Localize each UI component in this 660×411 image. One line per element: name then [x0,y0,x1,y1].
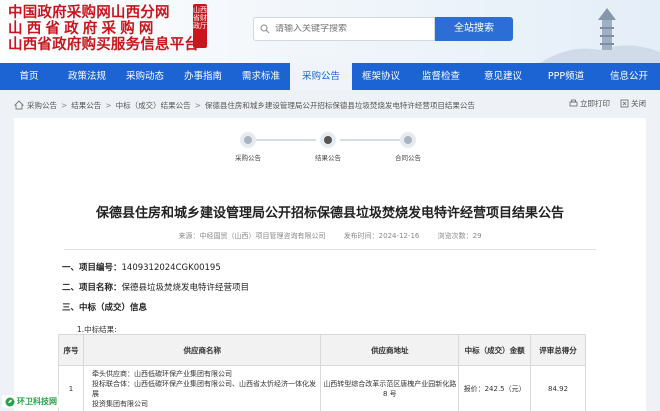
nav-standards[interactable]: 需求标准 [232,63,290,90]
breadcrumb-item[interactable]: 结果公告 [71,100,101,111]
breadcrumb-separator: > [105,100,112,110]
meta-publish-time: 发布时间：2024-12-16 [343,232,420,240]
search-input[interactable] [275,24,425,34]
step-dot [240,132,256,148]
cell-no: 1 [58,365,84,411]
search-box[interactable] [253,17,435,41]
project-name: 保德县垃圾焚烧发电特许经营项目 [121,283,250,293]
page-title: 保德县住房和城乡建设管理局公开招标保德县垃圾焚烧发电特许经营项目结果公告 [95,206,564,221]
site-header: 中国政府采购网山西分网 山西省政府采购网 山西省政府购买服务信息平台 山西省财政… [0,0,660,63]
section-project-name: 二、项目名称：保德县垃圾焚烧发电特许经营项目 [62,281,249,293]
cell-amount: 报价：242.5（元） [458,365,532,411]
nav-procurement-notices[interactable]: 采购公告 [290,63,352,90]
breadcrumb-item[interactable]: 采购公告 [27,100,57,111]
section-project-number: 一、项目编号：1409312024CGK00195 [62,261,221,273]
breadcrumb-separator: > [61,100,68,110]
nav-ppp[interactable]: PPP频道 [534,63,598,90]
site-title[interactable]: 中国政府采购网山西分网 山西省政府采购网 山西省政府购买服务信息平台 [8,5,199,53]
step-connector [256,139,316,141]
progress-steps: 采购公告 结果公告 合同公告 [228,130,428,170]
print-action[interactable]: 立即打印 [569,98,610,109]
step-dot-active [320,132,336,148]
step-label[interactable]: 合同公告 [395,152,421,162]
step-label[interactable]: 采购公告 [235,152,261,162]
table-row: 1 牵头供应商：山西低碳环保产业集团有限公司 投标联合体：山西低碳环保产业集团有… [58,365,586,411]
step-connector [340,139,400,141]
site-title-line3: 山西省政府购买服务信息平台 [8,37,200,53]
section-label: 一、项目编号： [62,263,122,273]
main-nav: 首页 政策法规 采购动态 办事指南 需求标准 采购公告 框架协议 监督检查 意见… [0,63,660,90]
nav-disclosure[interactable]: 信息公开 [598,63,660,90]
breadcrumb-item[interactable]: 中标（成交）结果公告 [116,100,191,111]
site-title-line1: 中国政府采购网山西分网 [8,5,170,21]
page-actions: 立即打印 关闭 [569,98,646,109]
close-icon [620,99,629,108]
pagoda-landmark-icon [540,8,660,63]
site-title-line2: 山西省政府采购网 [8,21,158,37]
nav-guide[interactable]: 办事指南 [174,63,232,90]
close-action[interactable]: 关闭 [620,98,646,109]
col-header: 序号 [58,334,84,366]
breadcrumb-separator: > [194,100,201,110]
watermark-text: 环卫科技网 [17,397,57,406]
section-award-info: 三、中标（成交）信息 [62,303,148,313]
nav-suggestions[interactable]: 意见建议 [472,63,534,90]
supplier-lead: 牵头供应商：山西低碳环保产业集团有限公司 [91,369,232,378]
leaf-icon [5,397,15,406]
table-header-row: 序号 供应商名称 供应商地址 中标（成交）金额 评审总得分 [58,334,586,366]
nav-procurement-news[interactable]: 采购动态 [116,63,174,90]
divider [64,249,596,250]
supplier-consortium-cont: 投资集团有限公司 [91,399,148,408]
col-header: 评审总得分 [530,334,586,366]
col-header: 中标（成交）金额 [458,334,532,366]
nav-supervision[interactable]: 监督检查 [410,63,472,90]
cell-supplier-address: 山西转型综合改革示范区唐槐产业园新化路 8 号 [320,365,460,411]
award-table: 序号 供应商名称 供应商地址 中标（成交）金额 评审总得分 1 牵头供应商：山西… [58,334,586,411]
cell-score: 84.92 [530,365,586,411]
print-label: 立即打印 [580,99,610,108]
home-icon[interactable] [14,100,24,110]
nav-policies[interactable]: 政策法规 [58,63,116,90]
nav-framework[interactable]: 框架协议 [352,63,410,90]
supplier-consortium: 投标联合体：山西低碳环保产业集团有限公司、山西省太忻经济一体化发展 [91,379,316,398]
step-dot [400,132,416,148]
article-meta: 来源：中经国贸（山西）项目管理咨询有限公司 发布时间：2024-12-16 浏览… [14,231,646,241]
section-label: 二、项目名称： [62,283,122,293]
breadcrumb: 采购公告 > 结果公告 > 中标（成交）结果公告 > 保德县住房和城乡建设管理局… [14,96,646,114]
content-panel: 采购公告 结果公告 合同公告 保德县住房和城乡建设管理局公开招标保德县垃圾焚烧发… [14,118,646,411]
breadcrumb-current: 保德县住房和城乡建设管理局公开招标保德县垃圾焚烧发电特许经营项目结果公告 [204,100,475,110]
nav-home[interactable]: 首页 [0,63,58,90]
search-icon [260,24,270,34]
meta-views: 浏览次数：29 [437,232,482,240]
col-header: 供应商地址 [320,334,460,366]
finance-seal-logo: 山西省财政厅 [193,4,207,48]
close-label: 关闭 [631,99,646,108]
col-header: 供应商名称 [82,334,322,366]
step-label[interactable]: 结果公告 [315,152,341,162]
watermark-logo: 环卫科技网 [2,395,60,408]
search-button[interactable]: 全站搜索 [435,17,513,41]
printer-icon [569,99,578,107]
cell-supplier-name: 牵头供应商：山西低碳环保产业集团有限公司 投标联合体：山西低碳环保产业集团有限公… [82,365,322,411]
meta-source: 来源：中经国贸（山西）项目管理咨询有限公司 [178,232,326,240]
project-number: 1409312024CGK00195 [121,263,221,273]
